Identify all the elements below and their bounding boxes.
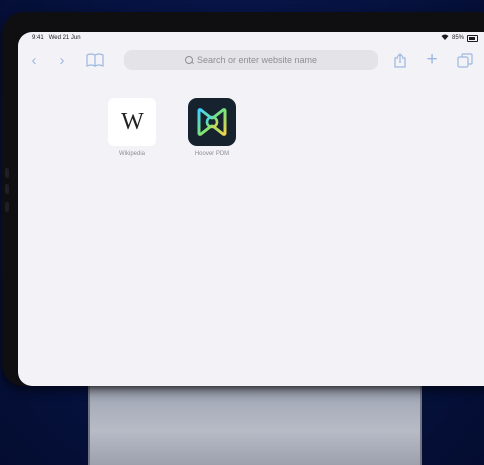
chevron-left-icon: ‹ (31, 51, 37, 69)
wikipedia-logo-glyph: W (121, 108, 144, 135)
chevron-right-icon: › (59, 51, 65, 69)
plus-icon: + (426, 49, 438, 70)
hoover-icon (188, 98, 236, 146)
browser-screen: 9:41 Wed 21 Jun 85% ‹ › Search or enter … (18, 32, 484, 386)
volume-down-button (5, 184, 9, 194)
power-button (5, 202, 9, 212)
wifi-icon (441, 34, 449, 42)
forward-button[interactable]: › (54, 50, 70, 70)
browser-toolbar: ‹ › Search or enter website name + (18, 46, 484, 74)
favorite-hoover[interactable]: Hoover PDM (188, 98, 236, 157)
share-button[interactable] (392, 50, 408, 70)
tabs-button[interactable] (456, 50, 474, 70)
status-date: Wed 21 Jun (48, 35, 81, 41)
volume-up-button (5, 168, 9, 178)
favorite-label: Wikipedia (118, 151, 145, 157)
tablet-device: 9:41 Wed 21 Jun 85% ‹ › Search or enter … (2, 12, 484, 386)
battery-icon (467, 34, 478, 42)
bookmarks-button[interactable] (84, 50, 106, 70)
tablet-stand (88, 380, 422, 465)
favorite-label: Hoover PDM (194, 151, 230, 157)
tabs-overview-icon (457, 52, 473, 68)
share-icon (394, 52, 406, 68)
search-icon (184, 56, 193, 64)
favorite-wikipedia[interactable]: W Wikipedia (108, 98, 156, 157)
battery-percent: 85% (451, 35, 464, 41)
back-button[interactable]: ‹ (26, 50, 42, 70)
favorites-grid: W Wikipedia Hoover PDM (108, 98, 236, 157)
status-time: 9:41 (32, 35, 44, 41)
book-icon (86, 53, 104, 67)
address-bar[interactable]: Search or enter website name (124, 50, 378, 70)
wikipedia-icon: W (108, 98, 156, 146)
address-placeholder: Search or enter website name (196, 55, 318, 65)
new-tab-button[interactable]: + (424, 49, 440, 70)
status-bar: 9:41 Wed 21 Jun 85% (18, 32, 484, 44)
